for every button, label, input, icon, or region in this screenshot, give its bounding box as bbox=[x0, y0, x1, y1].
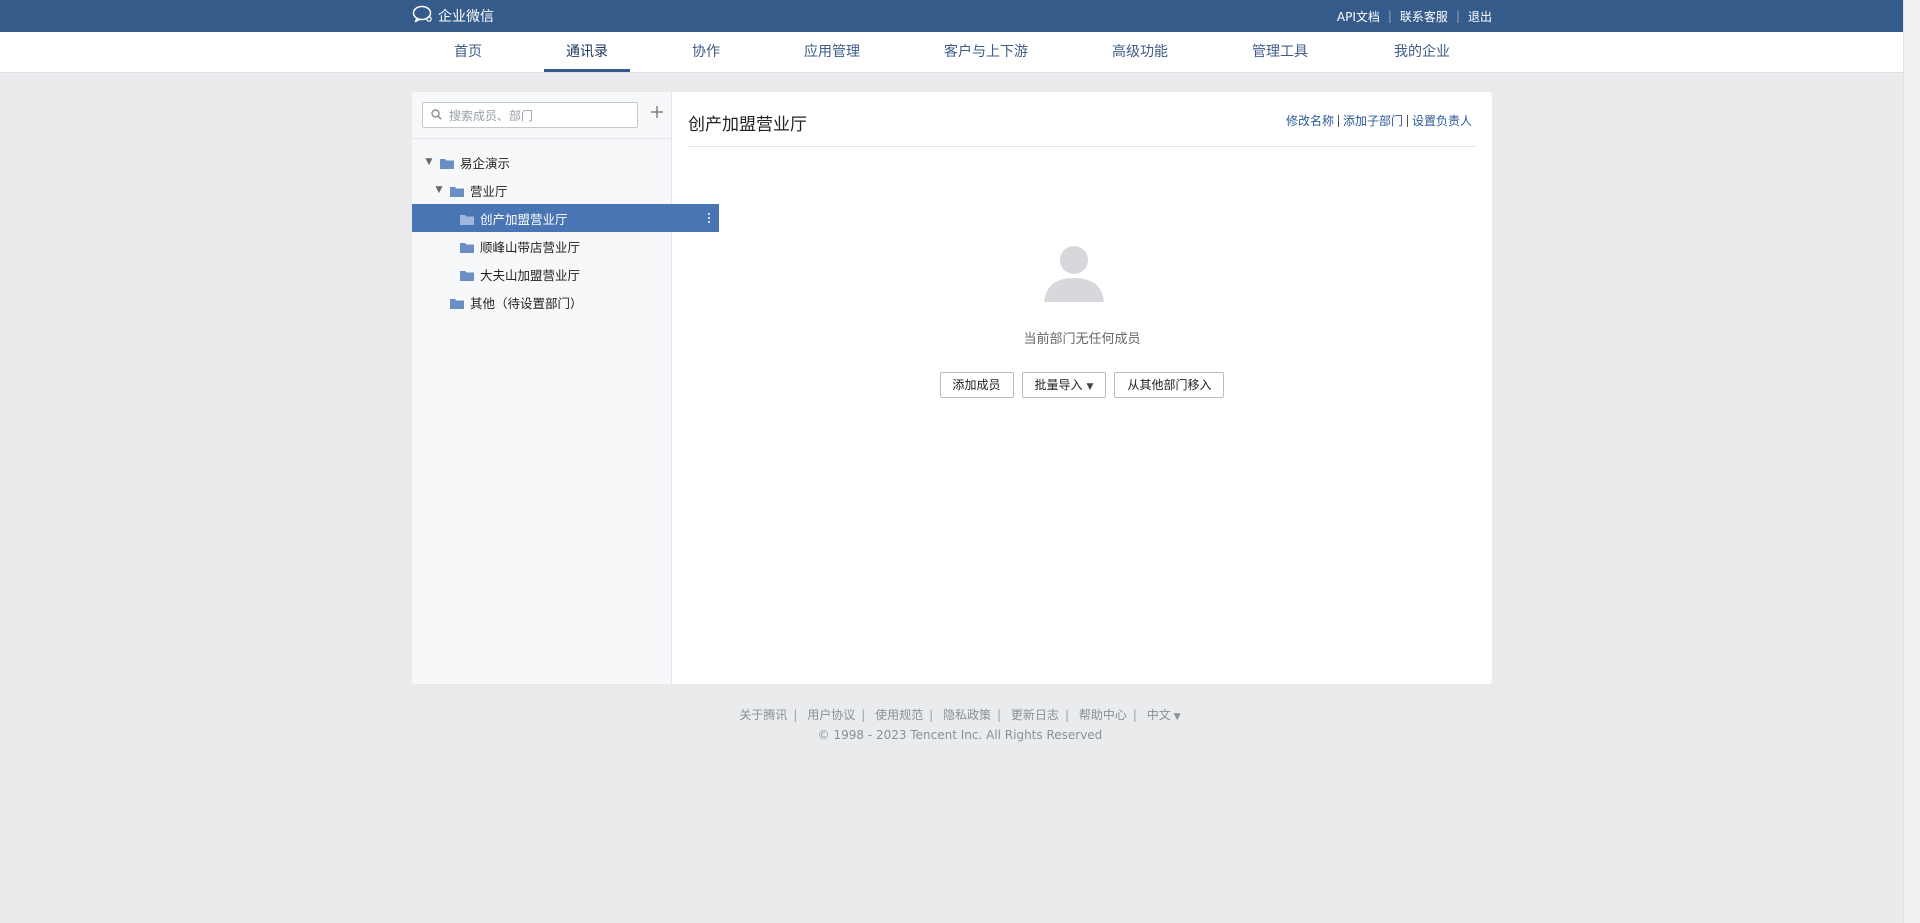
empty-actions: 添加成员 批量导入 ▼ 从其他部门移入 bbox=[672, 372, 1492, 398]
main-nav: 首页 通讯录 协作 应用管理 客户与上下游 高级功能 管理工具 我的企业 bbox=[0, 32, 1920, 73]
top-links: API文档 | 联系客服 | 退出 bbox=[1337, 0, 1492, 32]
logout-link[interactable]: 退出 bbox=[1468, 8, 1492, 25]
add-member-button[interactable]: 添加成员 bbox=[939, 372, 1014, 398]
contact-support-link[interactable]: 联系客服 bbox=[1400, 8, 1448, 25]
folder-icon bbox=[460, 241, 474, 253]
api-docs-link[interactable]: API文档 bbox=[1337, 8, 1380, 25]
folder-icon bbox=[460, 213, 474, 225]
footer-separator: | bbox=[997, 708, 1002, 722]
button-label: 从其他部门移入 bbox=[1127, 378, 1212, 392]
footer-link-changelog[interactable]: 更新日志 bbox=[1011, 708, 1059, 722]
footer-separator: | bbox=[793, 708, 798, 722]
folder-icon bbox=[460, 269, 474, 281]
app-name: 企业微信 bbox=[438, 9, 494, 25]
footer-separator: | bbox=[1064, 708, 1069, 722]
search-icon bbox=[431, 109, 442, 124]
tree-item-label: 易企演示 bbox=[460, 155, 511, 171]
folder-icon bbox=[450, 297, 464, 309]
tree-item-label: 顺峰山带店营业厅 bbox=[480, 239, 581, 255]
search-box[interactable] bbox=[422, 102, 638, 128]
tree-item-root[interactable]: ▼ 易企演示 bbox=[412, 148, 683, 176]
department-sidebar: ▼ 易企演示 ▼ 营业厅 创产加盟营业厅 顺峰山带店营业厅 bbox=[412, 92, 719, 684]
expand-arrow-icon[interactable]: ▼ bbox=[434, 185, 444, 195]
action-separator bbox=[1406, 114, 1408, 127]
app-logo[interactable]: 企业微信 bbox=[412, 0, 494, 32]
footer-separator: | bbox=[929, 708, 934, 722]
footer-link-rules[interactable]: 使用规范 bbox=[875, 708, 923, 722]
button-label: 添加成员 bbox=[952, 378, 1001, 392]
search-input[interactable] bbox=[447, 105, 635, 127]
language-selector[interactable]: 中文 ▼ bbox=[1147, 708, 1181, 722]
title-divider bbox=[688, 146, 1476, 147]
add-subdepartment-link[interactable]: 添加子部门 bbox=[1343, 112, 1403, 129]
tab-contacts[interactable]: 通讯录 bbox=[544, 32, 630, 72]
button-label: 批量导入 bbox=[1034, 378, 1083, 392]
tab-my-enterprise[interactable]: 我的企业 bbox=[1382, 32, 1462, 72]
empty-state-text: 当前部门无任何成员 bbox=[1023, 332, 1141, 347]
action-separator bbox=[1337, 114, 1339, 127]
top-bar: 企业微信 API文档 | 联系客服 | 退出 bbox=[0, 0, 1920, 32]
sidebar-divider bbox=[412, 138, 671, 139]
footer-separator: | bbox=[1132, 708, 1137, 722]
tree-item-label: 营业厅 bbox=[470, 183, 508, 199]
set-manager-link[interactable]: 设置负责人 bbox=[1412, 112, 1472, 129]
tab-collaboration[interactable]: 协作 bbox=[674, 32, 738, 72]
move-from-other-button[interactable]: 从其他部门移入 bbox=[1114, 372, 1225, 398]
tab-customers[interactable]: 客户与上下游 bbox=[934, 32, 1038, 72]
tab-advanced[interactable]: 高级功能 bbox=[1100, 32, 1180, 72]
tree-item-business-hall[interactable]: ▼ 营业厅 bbox=[412, 176, 693, 204]
contacts-panel: ▼ 易企演示 ▼ 营业厅 创产加盟营业厅 顺峰山带店营业厅 bbox=[412, 92, 1492, 684]
empty-avatar-icon bbox=[1042, 240, 1106, 308]
add-department-button[interactable] bbox=[649, 104, 665, 120]
page-scrollbar[interactable] bbox=[1903, 0, 1920, 923]
footer-link-privacy[interactable]: 隐私政策 bbox=[943, 708, 991, 722]
department-title: 创产加盟营业厅 bbox=[688, 115, 807, 135]
footer-separator: | bbox=[861, 708, 866, 722]
footer-link-help[interactable]: 帮助中心 bbox=[1079, 708, 1127, 722]
tree-item-label: 其他（待设置部门） bbox=[470, 295, 583, 311]
copyright-text: © 1998 - 2023 Tencent Inc. All Rights Re… bbox=[817, 728, 1103, 742]
tab-home[interactable]: 首页 bbox=[436, 32, 500, 72]
tree-item-label: 大夫山加盟营业厅 bbox=[480, 267, 581, 283]
folder-icon bbox=[450, 185, 464, 197]
footer-link-terms[interactable]: 用户协议 bbox=[807, 708, 855, 722]
tab-admin-tools[interactable]: 管理工具 bbox=[1240, 32, 1320, 72]
top-link-separator: | bbox=[1455, 9, 1460, 23]
expand-arrow-icon[interactable]: ▼ bbox=[424, 157, 434, 167]
rename-link[interactable]: 修改名称 bbox=[1286, 112, 1334, 129]
footer-links: 关于腾讯 | 用户协议 | 使用规范 | 隐私政策 | 更新日志 | 帮助中心 | 中文 ▼ bbox=[0, 706, 1920, 723]
top-link-separator: | bbox=[1387, 9, 1392, 23]
caret-down-icon: ▼ bbox=[1086, 382, 1094, 392]
plus-icon bbox=[649, 106, 665, 124]
tab-app-management[interactable]: 应用管理 bbox=[792, 32, 872, 72]
caret-down-icon: ▼ bbox=[1173, 712, 1181, 722]
language-label: 中文 bbox=[1146, 708, 1171, 722]
department-actions: 修改名称 添加子部门 设置负责人 bbox=[1286, 112, 1472, 129]
footer-link-about[interactable]: 关于腾讯 bbox=[739, 708, 787, 722]
tree-item-label: 创产加盟营业厅 bbox=[480, 211, 568, 227]
folder-icon bbox=[440, 157, 454, 169]
batch-import-button[interactable]: 批量导入 ▼ bbox=[1021, 372, 1107, 398]
wecom-logo-icon bbox=[412, 5, 434, 27]
department-detail: 创产加盟营业厅 修改名称 添加子部门 设置负责人 当前部门无任何成员 添加成员 … bbox=[672, 92, 1492, 684]
tree-item-other[interactable]: 其他（待设置部门） bbox=[412, 288, 709, 316]
